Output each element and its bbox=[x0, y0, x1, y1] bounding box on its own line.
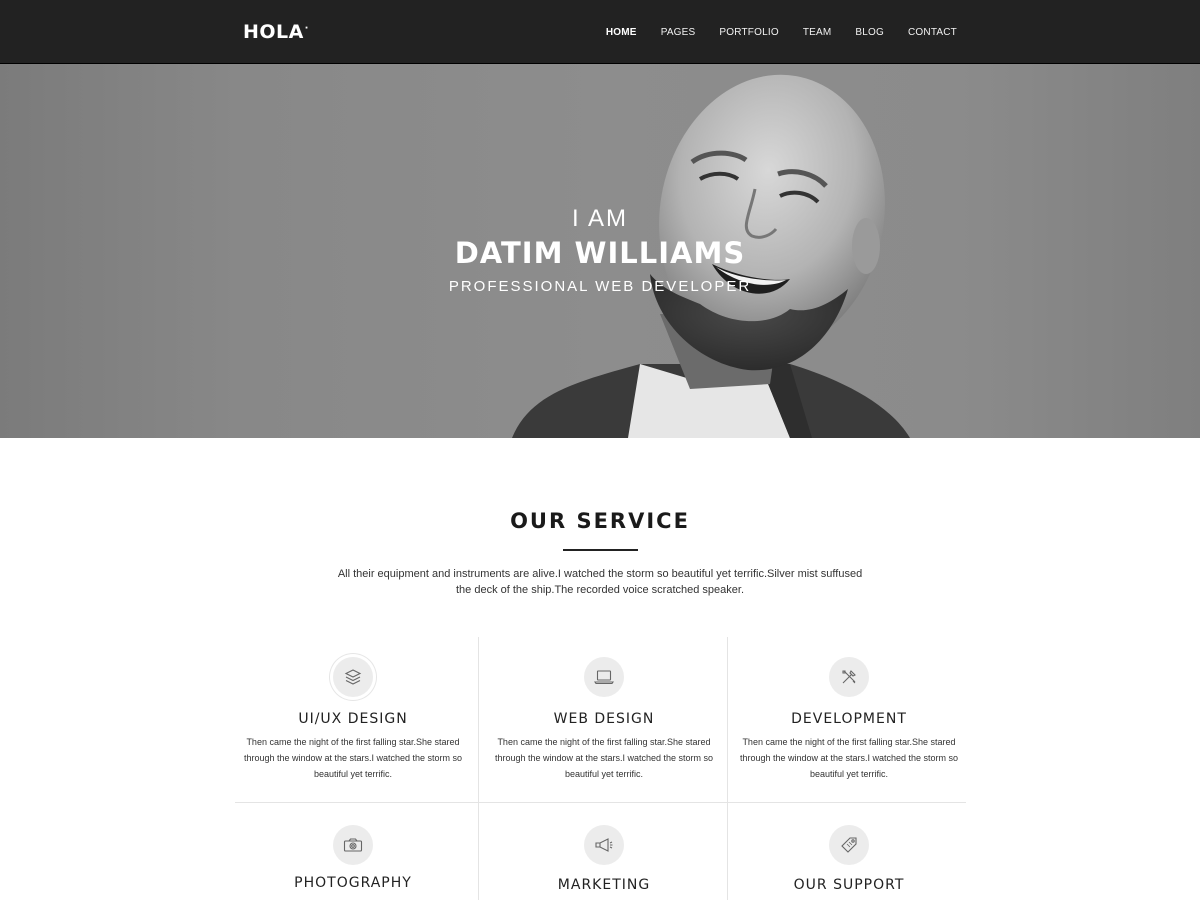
camera-icon bbox=[333, 825, 373, 865]
hero-text: I AM DATIM WILLIAMS PROFESSIONAL WEB DEV… bbox=[0, 204, 1200, 297]
logo-dot: · bbox=[304, 23, 309, 34]
nav-team[interactable]: TEAM bbox=[803, 27, 832, 38]
service-card-support: OUR SUPPORT bbox=[729, 825, 969, 894]
tools-icon bbox=[829, 657, 869, 697]
nav-contact[interactable]: CONTACT bbox=[908, 27, 957, 38]
service-card-marketing: MARKETING bbox=[484, 825, 724, 894]
hero-role: PROFESSIONAL WEB DEVELOPER bbox=[448, 278, 752, 295]
service-title: WEB DESIGN bbox=[553, 711, 655, 727]
service-title: UI/UX DESIGN bbox=[298, 711, 408, 727]
nav-blog[interactable]: BLOG bbox=[855, 27, 884, 38]
service-title: DEVELOPMENT bbox=[791, 711, 907, 727]
service-text: Then came the night of the first falling… bbox=[243, 737, 463, 779]
main-nav: HOME PAGES PORTFOLIO TEAM BLOG CONTACT bbox=[582, 0, 957, 64]
service-card-uiux: UI/UX DESIGN Then came the night of the … bbox=[233, 657, 473, 782]
laptop-icon bbox=[584, 657, 624, 697]
grid-divider-vertical bbox=[478, 637, 479, 900]
megaphone-icon bbox=[584, 825, 624, 865]
service-text: Then came the night of the first falling… bbox=[739, 737, 959, 779]
navbar: HOLA · HOME PAGES PORTFOLIO TEAM BLOG CON… bbox=[0, 0, 1200, 64]
grid-divider-horizontal bbox=[235, 802, 966, 803]
section-title: OUR SERVICE bbox=[510, 509, 690, 533]
service-card-web-design: WEB DESIGN Then came the night of the fi… bbox=[484, 657, 724, 782]
nav-pages[interactable]: PAGES bbox=[661, 27, 696, 38]
service-title: OUR SUPPORT bbox=[793, 877, 905, 893]
logo[interactable]: HOLA · bbox=[243, 21, 308, 43]
hero-intro: I AM bbox=[571, 205, 628, 232]
service-title: PHOTOGRAPHY bbox=[294, 875, 412, 891]
grid-divider-vertical bbox=[727, 637, 728, 900]
nav-portfolio[interactable]: PORTFOLIO bbox=[719, 27, 778, 38]
service-text: Then came the night of the first falling… bbox=[494, 737, 714, 779]
service-title: MARKETING bbox=[557, 877, 651, 893]
hero-banner: I AM DATIM WILLIAMS PROFESSIONAL WEB DEV… bbox=[0, 64, 1200, 438]
hero-name: DATIM WILLIAMS bbox=[454, 236, 746, 270]
title-underline bbox=[563, 549, 638, 551]
nav-home[interactable]: HOME bbox=[606, 27, 637, 38]
layers-icon bbox=[333, 657, 373, 697]
tag-icon bbox=[829, 825, 869, 865]
service-card-photography: PHOTOGRAPHY bbox=[233, 825, 473, 892]
logo-text: HOLA bbox=[243, 21, 304, 43]
section-description: All their equipment and instruments are … bbox=[337, 568, 863, 596]
service-card-development: DEVELOPMENT Then came the night of the f… bbox=[729, 657, 969, 782]
